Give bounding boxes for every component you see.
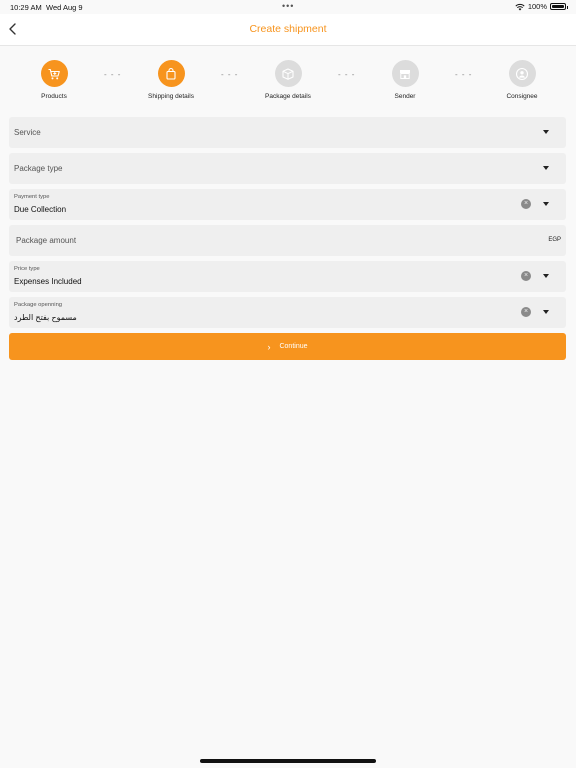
store-icon [400, 69, 410, 79]
box-icon [282, 67, 294, 80]
caret-down-icon [543, 166, 549, 170]
shipment-form: Service Package type Payment type Due Co… [9, 117, 566, 360]
multitasking-dots[interactable]: ••• [282, 1, 294, 11]
currency-unit: EGP [548, 237, 561, 243]
status-bar: 10:29 AM Wed Aug 9 ••• 100% [0, 0, 576, 14]
step-package-details-circle [274, 60, 302, 87]
caret-down-icon [543, 202, 549, 206]
cart-icon [48, 68, 60, 79]
step-connector: - - - [338, 70, 356, 79]
price-type-label: Price type [14, 266, 40, 272]
step-shipping-details-label: Shipping details [148, 93, 194, 100]
step-consignee[interactable]: Consignee [482, 60, 562, 100]
package-type-select[interactable]: Package type [9, 153, 566, 184]
price-type-value: Expenses Included [14, 277, 82, 286]
step-connector: - - - [455, 70, 473, 79]
step-products[interactable]: Products [14, 60, 94, 100]
package-opening-select[interactable]: Package openning مسموح بفتح الطرد × [9, 297, 566, 328]
clear-icon[interactable]: × [521, 199, 531, 209]
step-shipping-details[interactable]: Shipping details [131, 60, 211, 100]
package-opening-label: Package openning [14, 302, 63, 308]
package-amount-input[interactable]: Package amount EGP [9, 225, 566, 256]
payment-type-label: Payment type [14, 194, 50, 200]
package-type-placeholder: Package type [14, 164, 63, 173]
package-amount-placeholder: Package amount [16, 236, 77, 245]
caret-down-icon [543, 274, 549, 278]
battery-percentage: 100% [527, 2, 547, 11]
user-icon [515, 67, 529, 80]
step-sender-circle [391, 60, 419, 87]
step-sender[interactable]: Sender [365, 60, 445, 100]
payment-type-select[interactable]: Payment type Due Collection × [9, 189, 566, 220]
step-connector: - - - [104, 70, 122, 79]
navigation-bar: Create shipment [0, 14, 576, 46]
step-consignee-circle [508, 60, 536, 87]
caret-down-icon [543, 310, 549, 314]
step-consignee-label: Consignee [506, 93, 538, 100]
package-opening-value: مسموح بفتح الطرد [14, 313, 77, 322]
step-package-details-label: Package details [265, 93, 311, 100]
payment-type-value: Due Collection [14, 205, 67, 214]
continue-button[interactable]: › Continue [9, 333, 566, 360]
wifi-icon [515, 3, 525, 10]
clear-icon[interactable]: × [521, 307, 531, 317]
page-title: Create shipment [249, 23, 327, 35]
status-time: 10:29 AM [10, 3, 42, 12]
continue-label: Continue [279, 343, 308, 350]
step-sender-label: Sender [394, 93, 416, 100]
service-placeholder: Service [14, 128, 41, 137]
status-date: Wed Aug 9 [46, 3, 83, 12]
price-type-select[interactable]: Price type Expenses Included × [9, 261, 566, 292]
clear-icon[interactable]: × [521, 271, 531, 281]
service-select[interactable]: Service [9, 117, 566, 148]
step-connector: - - - [221, 70, 239, 79]
bag-icon [166, 67, 176, 80]
chevron-right-icon: › [267, 341, 271, 352]
step-shipping-details-circle [157, 60, 185, 87]
step-package-details[interactable]: Package details [248, 60, 328, 100]
step-products-label: Products [41, 93, 67, 100]
status-right: 100% [515, 2, 568, 11]
caret-down-icon [543, 130, 549, 134]
step-products-circle [40, 60, 68, 87]
battery-icon [550, 3, 568, 10]
progress-stepper: Products - - - Shipping details - - - Pa… [0, 60, 576, 104]
home-indicator[interactable] [200, 759, 376, 763]
